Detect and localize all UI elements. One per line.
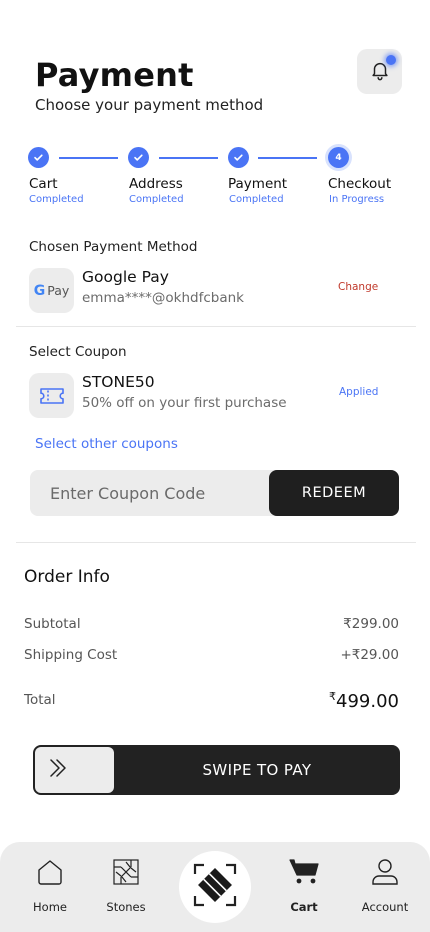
step-payment-label: Payment	[228, 176, 288, 192]
page-title: Payment	[35, 56, 194, 94]
total-amount: 499.00	[336, 691, 399, 712]
step-checkout-status: In Progress	[329, 194, 385, 205]
scan-icon	[192, 862, 238, 912]
select-other-coupons-link[interactable]: Select other coupons	[35, 436, 178, 452]
swipe-handle[interactable]	[35, 747, 114, 793]
double-chevron-right-icon	[47, 757, 69, 783]
step-connector	[258, 157, 317, 159]
redeem-button[interactable]: REDEEM	[269, 470, 399, 516]
total-value: ₹499.00	[329, 690, 399, 712]
swipe-to-pay-slider[interactable]: SWIPE TO PAY	[33, 745, 400, 795]
payment-method-heading: Chosen Payment Method	[29, 239, 198, 255]
step-address-status: Completed	[129, 194, 184, 205]
nav-cart-label: Cart	[290, 900, 318, 914]
payment-method-name: Google Pay	[82, 268, 169, 286]
subtotal-label: Subtotal	[24, 616, 81, 632]
checkout-progress: 4 Cart Completed Address Completed Payme…	[28, 147, 408, 209]
step-checkout-label: Checkout	[328, 176, 392, 192]
step-cart-status: Completed	[29, 194, 84, 205]
home-icon	[36, 858, 64, 890]
step-payment-check-icon	[228, 147, 249, 168]
step-connector	[59, 157, 118, 159]
coupon-applied-status: Applied	[339, 386, 379, 398]
divider	[16, 326, 416, 327]
coupon-ticket-icon	[29, 373, 74, 418]
nav-stones[interactable]: Stones	[86, 858, 166, 914]
nav-cart[interactable]: Cart	[264, 858, 344, 914]
subtotal-value: ₹299.00	[343, 616, 399, 632]
account-icon	[371, 858, 399, 890]
coupon-heading: Select Coupon	[29, 344, 127, 360]
notifications-button[interactable]	[357, 49, 402, 94]
coupon-code-input[interactable]	[30, 470, 270, 516]
shipping-cost-value: +₹29.00	[340, 647, 399, 663]
google-g-icon: G	[33, 282, 46, 299]
cart-icon	[289, 858, 319, 890]
step-address-check-icon	[128, 147, 149, 168]
step-checkout-number: 4	[328, 147, 349, 168]
stones-icon	[112, 858, 140, 890]
swipe-to-pay-label: SWIPE TO PAY	[202, 761, 312, 779]
payment-method-account: emma****@okhdfcbank	[82, 290, 244, 306]
change-payment-link[interactable]: Change	[338, 281, 378, 293]
step-payment-status: Completed	[229, 194, 284, 205]
nav-stones-label: Stones	[106, 900, 146, 914]
divider	[16, 542, 416, 543]
google-pay-logo-text: Pay	[47, 283, 70, 298]
nav-account-label: Account	[361, 900, 409, 914]
shipping-cost-label: Shipping Cost	[24, 647, 118, 663]
page-subtitle: Choose your payment method	[35, 96, 264, 114]
page-header: Payment Choose your payment method	[35, 56, 263, 114]
google-pay-logo: G Pay	[29, 268, 74, 313]
coupon-code: STONE50	[82, 373, 155, 391]
scan-stone-button[interactable]	[179, 851, 251, 923]
total-label: Total	[24, 692, 56, 708]
coupon-entry: REDEEM	[30, 470, 399, 516]
order-info-heading: Order Info	[24, 567, 110, 587]
step-cart-label: Cart	[29, 176, 58, 192]
nav-account[interactable]: Account	[345, 858, 425, 914]
step-address-label: Address	[129, 176, 183, 192]
step-cart-check-icon	[28, 147, 49, 168]
step-connector	[159, 157, 218, 159]
nav-home[interactable]: Home	[10, 858, 90, 914]
nav-home-label: Home	[33, 900, 67, 914]
notification-dot	[386, 55, 396, 65]
coupon-description: 50% off on your first purchase	[82, 395, 287, 411]
total-currency: ₹	[329, 690, 337, 703]
